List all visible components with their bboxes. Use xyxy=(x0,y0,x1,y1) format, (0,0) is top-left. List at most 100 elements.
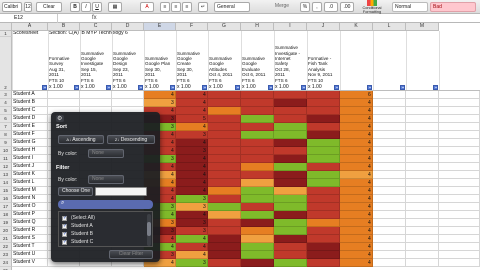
empty-cell[interactable] xyxy=(439,99,480,107)
score-cell[interactable] xyxy=(208,107,241,115)
score-cell[interactable] xyxy=(274,107,307,115)
score-cell[interactable] xyxy=(307,227,340,235)
sort-ascending-button[interactable]: A↓ Ascending xyxy=(58,135,104,144)
empty-cell[interactable] xyxy=(439,251,480,259)
student-name-cell[interactable]: Student V xyxy=(12,259,48,267)
empty-cell[interactable] xyxy=(373,243,406,251)
empty-cell[interactable] xyxy=(439,147,480,155)
checkbox[interactable] xyxy=(62,239,67,245)
empty-cell[interactable] xyxy=(406,251,439,259)
student-name-cell[interactable]: Student B xyxy=(12,99,48,107)
empty-cell[interactable] xyxy=(439,163,480,171)
underline-button[interactable]: U xyxy=(92,2,102,12)
empty-cell[interactable] xyxy=(373,195,406,203)
empty-cell[interactable] xyxy=(373,91,406,99)
score-cell[interactable] xyxy=(307,219,340,227)
student-name-cell[interactable]: Student G xyxy=(12,139,48,147)
empty-cell[interactable] xyxy=(439,187,480,195)
filter-value-input[interactable] xyxy=(95,187,147,196)
score-cell[interactable] xyxy=(241,171,274,179)
score-cell[interactable] xyxy=(241,219,274,227)
score-cell[interactable] xyxy=(241,139,274,147)
score-cell[interactable] xyxy=(274,195,307,203)
score-cell[interactable] xyxy=(241,203,274,211)
score-cell[interactable] xyxy=(208,115,241,123)
score-cell[interactable] xyxy=(274,227,307,235)
name-box[interactable]: E12 xyxy=(0,14,58,23)
score-cell[interactable] xyxy=(307,99,340,107)
increase-decimal-button[interactable]: .00 xyxy=(340,2,354,12)
score-cell[interactable] xyxy=(307,131,340,139)
empty-cell[interactable] xyxy=(373,219,406,227)
score-cell[interactable] xyxy=(307,259,340,267)
score-cell[interactable] xyxy=(274,179,307,187)
score-cell[interactable] xyxy=(307,243,340,251)
align-left-button[interactable]: ≡ xyxy=(160,2,170,12)
score-cell[interactable] xyxy=(208,187,241,195)
score-cell[interactable] xyxy=(241,123,274,131)
font-size-select[interactable]: 12 xyxy=(24,2,32,12)
empty-cell[interactable] xyxy=(406,131,439,139)
empty-cell[interactable] xyxy=(373,155,406,163)
score-cell[interactable] xyxy=(208,203,241,211)
empty-cell[interactable] xyxy=(406,115,439,123)
style-bad[interactable]: Bad xyxy=(430,2,476,12)
score-cell[interactable] xyxy=(307,163,340,171)
score-cell[interactable] xyxy=(208,91,241,99)
empty-cell[interactable] xyxy=(406,147,439,155)
empty-cell[interactable] xyxy=(439,123,480,131)
column-header-d[interactable]: D xyxy=(112,23,144,31)
row-header[interactable]: 22 xyxy=(0,243,12,251)
score-cell[interactable] xyxy=(307,139,340,147)
empty-cell[interactable] xyxy=(406,259,439,267)
clear-filter-button[interactable]: Clear Filter xyxy=(109,250,153,259)
student-name-cell[interactable]: Student R xyxy=(12,227,48,235)
empty-cell[interactable] xyxy=(373,259,406,267)
empty-cell[interactable] xyxy=(406,155,439,163)
formula-input[interactable] xyxy=(104,14,480,23)
filter-list-item[interactable]: (Select All) xyxy=(62,215,142,222)
empty-cell[interactable] xyxy=(439,211,480,219)
column-header-k[interactable]: K xyxy=(340,23,373,31)
score-cell[interactable] xyxy=(307,171,340,179)
wrap-text-button[interactable]: ↵ xyxy=(198,2,208,12)
column-header-m[interactable]: M xyxy=(406,23,439,31)
score-cell[interactable] xyxy=(208,147,241,155)
merge-button[interactable]: Merge xyxy=(272,2,292,12)
score-cell[interactable] xyxy=(274,243,307,251)
score-cell[interactable] xyxy=(274,139,307,147)
function-icon[interactable]: fx xyxy=(92,14,102,23)
score-cell[interactable] xyxy=(112,91,144,99)
student-name-cell[interactable]: Student K xyxy=(12,171,48,179)
empty-cell[interactable] xyxy=(373,123,406,131)
score-cell[interactable] xyxy=(307,211,340,219)
list-scrollbar[interactable] xyxy=(147,214,151,246)
percent-button[interactable]: % xyxy=(300,2,310,12)
score-cell[interactable] xyxy=(274,211,307,219)
empty-cell[interactable] xyxy=(406,227,439,235)
student-name-cell[interactable]: Student P xyxy=(12,211,48,219)
empty-cell[interactable] xyxy=(406,203,439,211)
row-header[interactable]: 24 xyxy=(0,259,12,267)
column-header-g[interactable]: G xyxy=(208,23,241,31)
column-header-a[interactable]: A xyxy=(12,23,48,31)
borders-button[interactable]: ▦ xyxy=(108,2,122,12)
score-cell[interactable] xyxy=(274,259,307,267)
empty-cell[interactable] xyxy=(439,115,480,123)
empty-cell[interactable] xyxy=(406,243,439,251)
student-name-cell[interactable]: Student S xyxy=(12,235,48,243)
student-name-cell[interactable]: Student C xyxy=(12,107,48,115)
empty-cell[interactable] xyxy=(373,187,406,195)
row-header[interactable]: 18 xyxy=(0,211,12,219)
empty-cell[interactable] xyxy=(406,235,439,243)
empty-cell[interactable] xyxy=(439,91,480,99)
row-header[interactable]: 9 xyxy=(0,139,12,147)
row-header[interactable]: 12 xyxy=(0,163,12,171)
score-cell[interactable] xyxy=(274,187,307,195)
decrease-decimal-button[interactable]: .0 xyxy=(324,2,338,12)
empty-cell[interactable] xyxy=(373,131,406,139)
empty-cell[interactable] xyxy=(373,211,406,219)
score-cell[interactable] xyxy=(274,91,307,99)
search-field[interactable]: ⌕ xyxy=(58,200,153,209)
student-name-cell[interactable]: Student I xyxy=(12,155,48,163)
